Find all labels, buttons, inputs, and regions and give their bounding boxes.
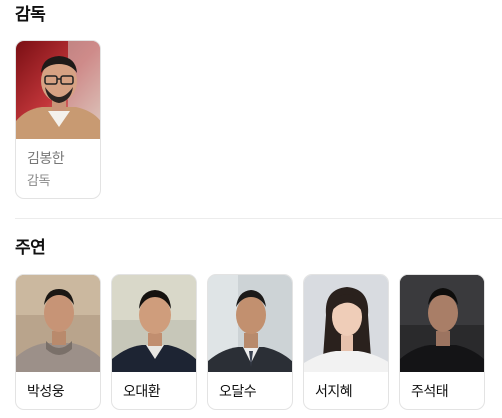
director-name: 김봉한 — [27, 151, 65, 167]
cast-card[interactable]: 오대환 — [111, 274, 197, 410]
director-role: 감독 — [27, 174, 50, 189]
actor-portrait-icon — [16, 275, 100, 372]
actor-portrait-icon — [112, 275, 196, 372]
cast-name: 서지혜 — [315, 384, 353, 400]
director-portrait-icon — [16, 41, 100, 139]
cast-card[interactable]: 서지혜 — [303, 274, 389, 410]
cast-card[interactable]: 오달수 — [207, 274, 293, 410]
actor-portrait-icon — [208, 275, 292, 372]
cast-photo — [16, 275, 100, 372]
cast-card[interactable]: 주석태 — [399, 274, 485, 410]
actor-portrait-icon — [400, 275, 484, 372]
section-divider — [15, 218, 502, 219]
cast-name: 주석태 — [411, 384, 449, 400]
cast-photo — [112, 275, 196, 372]
director-photo — [16, 41, 100, 139]
director-section-title: 감독 — [15, 5, 46, 25]
cast-name: 오달수 — [219, 384, 257, 400]
cast-section-title: 주연 — [15, 238, 46, 258]
cast-photo — [208, 275, 292, 372]
cast-photo — [400, 275, 484, 372]
cast-name: 오대환 — [123, 384, 161, 400]
director-card[interactable]: 김봉한 감독 — [15, 40, 101, 199]
actress-portrait-icon — [304, 275, 388, 372]
cast-card[interactable]: 박성웅 — [15, 274, 101, 410]
cast-photo — [304, 275, 388, 372]
cast-name: 박성웅 — [27, 384, 65, 400]
